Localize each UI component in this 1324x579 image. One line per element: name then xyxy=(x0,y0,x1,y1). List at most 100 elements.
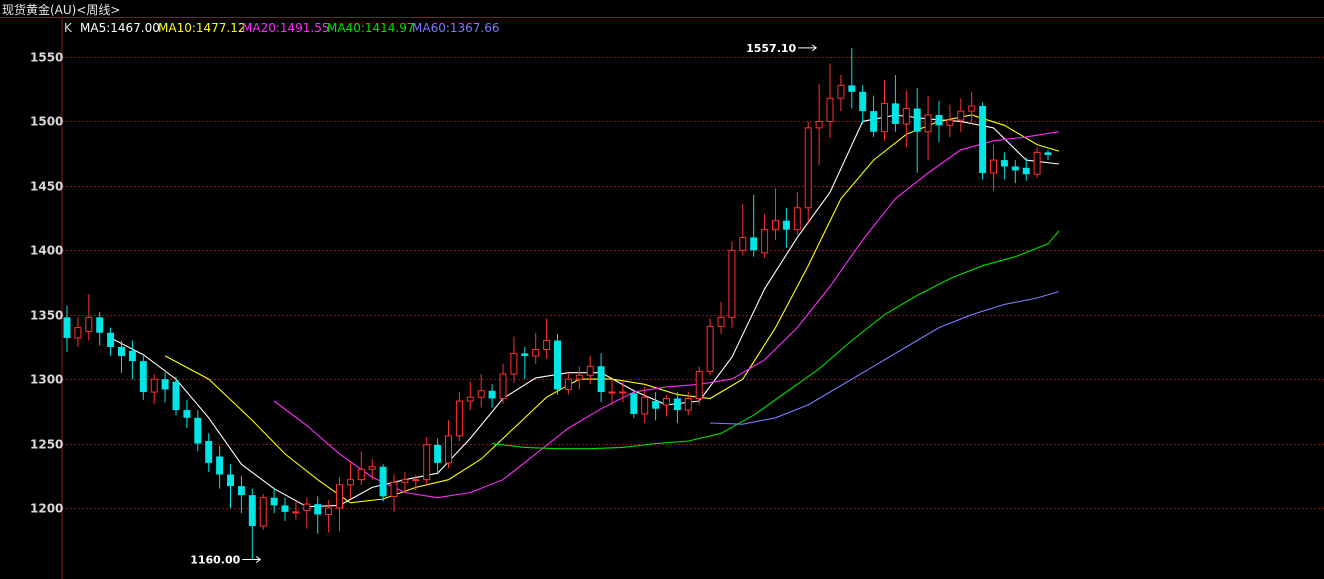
annotation-label: 1160.00 xyxy=(190,554,240,567)
candle xyxy=(826,63,834,139)
candle xyxy=(859,85,867,125)
candle-body-down xyxy=(1044,152,1052,155)
candle xyxy=(368,459,376,480)
candle-body-up xyxy=(695,370,703,399)
chart-title: 现货黄金(AU)<周线> xyxy=(2,3,121,17)
candle xyxy=(107,327,115,356)
candle xyxy=(1022,157,1030,181)
candle-body-down xyxy=(521,353,529,356)
candle xyxy=(303,497,311,529)
candle-body-down xyxy=(554,340,561,390)
candle-body-down xyxy=(183,410,191,418)
candle-body-up xyxy=(608,391,616,394)
candle-body-up xyxy=(946,119,954,126)
candle-body-up xyxy=(325,507,333,515)
candle xyxy=(510,336,518,384)
candle xyxy=(870,95,878,137)
candle-body-down xyxy=(630,393,638,414)
legend-ma20: MA20:1491.55 xyxy=(242,21,330,35)
candle xyxy=(455,392,463,441)
candle-body-up xyxy=(684,397,692,411)
candle-body-up xyxy=(739,236,747,251)
candle-body-up xyxy=(499,373,507,399)
ma-line-ma60 xyxy=(710,290,1060,425)
candle-body-up xyxy=(368,466,376,470)
candle-body-up xyxy=(85,316,93,332)
candle-body-down xyxy=(128,350,136,362)
candle xyxy=(902,90,910,148)
legend-k: K xyxy=(64,21,73,35)
candle-body-down xyxy=(216,456,224,475)
candle-body-down xyxy=(434,444,442,463)
y-tick-label: 1550 xyxy=(30,51,63,65)
candle-body-down xyxy=(161,379,169,390)
legend-ma40: MA40:1414.97 xyxy=(327,21,415,35)
candle-body-down xyxy=(891,103,899,125)
candle xyxy=(564,372,572,395)
candle xyxy=(346,461,354,499)
candle-body-up xyxy=(902,108,910,125)
candle xyxy=(390,474,398,512)
legend-ma10: MA10:1477.12 xyxy=(158,21,246,35)
candle xyxy=(554,334,561,395)
candle xyxy=(924,95,932,161)
y-tick-label: 1300 xyxy=(30,373,63,387)
ma-line-ma5 xyxy=(110,114,1059,508)
candle xyxy=(673,392,681,423)
candle xyxy=(717,301,725,335)
candle-body-up xyxy=(663,397,670,406)
candle xyxy=(336,477,343,532)
candle-body-down xyxy=(118,346,125,356)
candle xyxy=(1044,149,1052,161)
candle xyxy=(161,372,169,403)
candle xyxy=(205,433,213,472)
candle xyxy=(63,305,71,353)
annotation-high: 1557.10 xyxy=(746,42,818,55)
candle xyxy=(521,346,529,380)
candle xyxy=(586,355,594,385)
candle xyxy=(281,497,289,521)
candle xyxy=(837,75,845,112)
candle xyxy=(434,438,442,475)
candle-body-up xyxy=(990,159,997,174)
candle-body-down xyxy=(859,91,867,112)
candle-body-down xyxy=(913,108,921,132)
candle-body-down xyxy=(194,417,202,444)
candle xyxy=(881,80,888,141)
candle-body-up xyxy=(804,127,812,209)
candle-body-down xyxy=(1011,166,1019,171)
candle-body-up xyxy=(477,390,485,398)
candle-body-down xyxy=(870,111,878,132)
title-bar: 现货黄金(AU)<周线> xyxy=(0,0,1324,18)
candle xyxy=(466,381,474,411)
candle-body-up xyxy=(575,374,583,380)
candle xyxy=(128,340,136,380)
candle-body-down xyxy=(139,361,147,393)
grid-layer xyxy=(62,57,1324,509)
candle-body-up xyxy=(532,349,540,357)
legend-ma60: MA60:1367.66 xyxy=(412,21,500,35)
candle-body-up xyxy=(641,396,649,415)
candle-body-up xyxy=(445,435,452,464)
candle xyxy=(630,389,638,418)
candle-body-up xyxy=(564,378,572,390)
candlestick-chart: 1200 1250 1300 1350 1400 1450 1500 1550 1557.10… xyxy=(30,18,1324,579)
moving-average-lines xyxy=(110,114,1060,508)
candle xyxy=(227,464,234,508)
candle xyxy=(772,188,779,240)
candle xyxy=(652,392,660,421)
candle-body-down xyxy=(652,401,660,409)
candle-body-up xyxy=(336,484,343,509)
candle-body-up xyxy=(837,84,845,99)
candle-body-down xyxy=(314,504,322,515)
candle-body-down xyxy=(848,85,856,92)
candle-body-up xyxy=(826,97,834,122)
legend: K MA5:1467.00 MA10:1477.12 MA20:1491.55 … xyxy=(64,21,500,35)
candle-body-up xyxy=(968,105,976,112)
y-tick-label: 1500 xyxy=(30,115,63,129)
candle xyxy=(292,501,300,520)
candle xyxy=(237,475,245,514)
candle-body-up xyxy=(924,114,932,133)
y-tick-label: 1350 xyxy=(30,309,63,323)
candle xyxy=(935,100,943,143)
